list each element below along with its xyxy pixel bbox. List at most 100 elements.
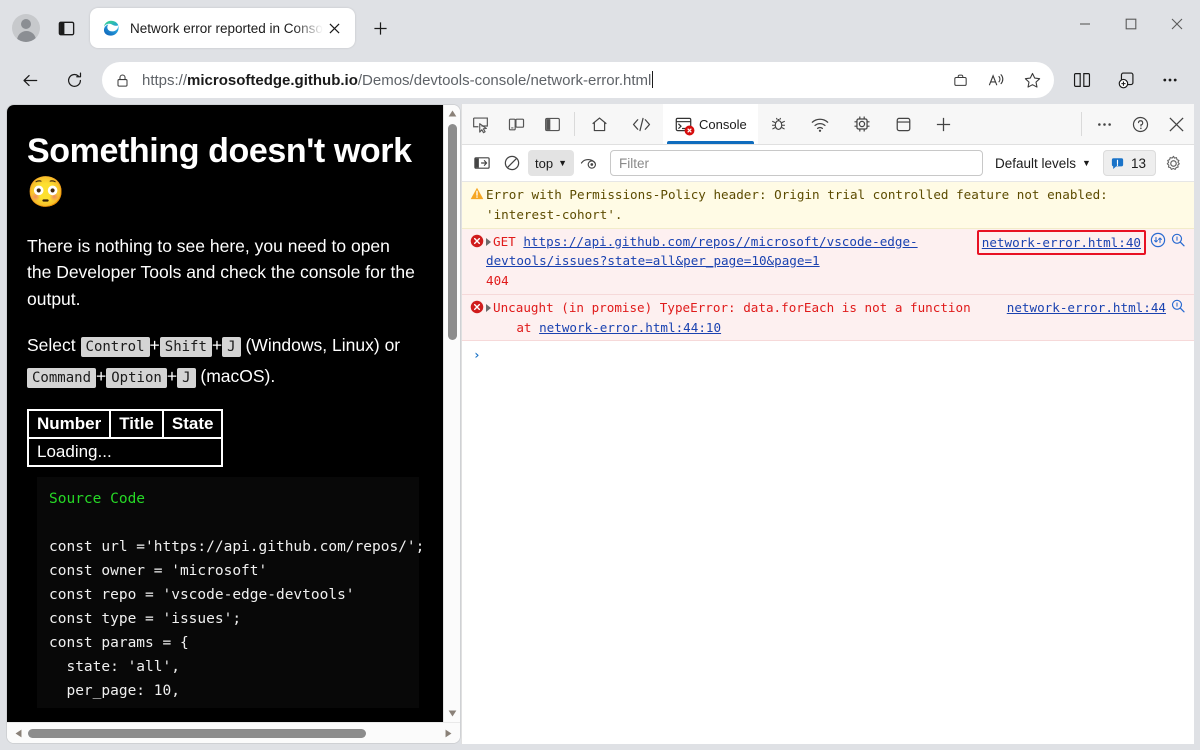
console-sidebar-toggle-button[interactable] [468,150,496,176]
search-issue-icon[interactable] [1170,232,1186,248]
scroll-down-button[interactable] [444,705,461,722]
code-icon [632,117,651,131]
log-levels-selector[interactable]: Default levels ▼ [991,156,1095,171]
console-filter-input[interactable] [610,150,983,176]
flushed-face-emoji: 😳 [27,176,64,210]
warning-triangle-icon [470,187,484,200]
tab-panel-icon [58,21,74,35]
console-message-warning[interactable]: Error with Permissions-Policy header: Or… [462,182,1194,229]
collections-shopping-button[interactable] [944,64,976,96]
profile-button[interactable] [6,8,46,48]
tab-more-panels[interactable] [924,104,963,144]
error-circle-icon [470,300,484,314]
console-message-type-error[interactable]: Uncaught (in promise) TypeError: data.fo… [462,294,1194,342]
devtools-panel: Console top ▼ Filter Default levels ▼ 13… [461,104,1194,744]
page-vertical-scrollbar[interactable] [443,105,460,722]
scroll-thumb-vertical[interactable] [447,124,457,340]
console-settings-button[interactable] [1158,149,1188,177]
inspect-element-button[interactable] [462,104,498,144]
close-icon [1168,116,1184,132]
tab-network[interactable] [799,104,841,144]
levels-label: Default levels [995,155,1077,171]
issues-count: 13 [1130,155,1146,171]
tab-console-label: Console [699,116,747,132]
devtools-more-button[interactable] [1086,104,1122,144]
scroll-right-button[interactable] [439,724,458,743]
browser-tab[interactable]: Network error reported in Conso [90,8,355,48]
network-icon [811,118,829,132]
message-text: Error with Permissions-Policy header: Or… [486,187,1116,222]
expand-triangle-icon[interactable] [486,303,491,312]
tab-actions-button[interactable] [46,8,86,48]
devtools-tabbar-right [1077,104,1194,144]
tab-application[interactable] [883,104,924,144]
tab-performance[interactable] [841,104,883,144]
clear-console-button[interactable] [498,150,526,176]
message-icon [468,232,486,291]
window-close-button[interactable] [1154,0,1200,48]
console-message-network-error[interactable]: GET https://api.github.com/repos//micros… [462,228,1194,295]
browser-settings-button[interactable] [1152,62,1188,98]
shortcut-prefix: Select [27,334,76,355]
add-favorite-button[interactable] [1016,64,1048,96]
context-value: top [535,155,554,171]
more-ellipsis-icon [1163,78,1177,82]
device-emulation-button[interactable] [498,104,534,144]
site-info-button[interactable] [106,64,138,96]
platform-windows: (Windows, Linux) [245,334,380,355]
read-aloud-button[interactable] [980,64,1012,96]
maximize-icon [1125,18,1137,30]
network-info-icon[interactable] [1150,232,1166,248]
tab-sources[interactable] [758,104,799,144]
tab-close-button[interactable] [323,16,347,40]
tab-welcome[interactable] [579,104,620,144]
read-aloud-icon [988,73,1003,85]
collections-button[interactable] [1108,62,1144,98]
tab-console[interactable]: Console [663,104,758,144]
tab-title: Network error reported in Conso [130,20,323,36]
http-status: 404 [486,273,509,289]
page-horizontal-scrollbar[interactable] [7,722,460,743]
profile-avatar-icon [12,14,40,42]
loading-cell: Loading... [26,436,224,467]
window-maximize-button[interactable] [1108,0,1154,48]
source-code-label: Source Code [49,490,146,507]
window-minimize-button[interactable] [1062,0,1108,48]
scroll-left-button[interactable] [9,724,28,743]
help-icon [1132,116,1148,132]
live-expression-button[interactable] [576,150,604,176]
source-location-link[interactable]: network-error.html:44 [1007,298,1166,318]
source-location-link[interactable]: network-error.html:40 [976,229,1146,256]
console-input-prompt[interactable]: › [462,341,1194,369]
new-tab-button[interactable] [363,10,399,46]
devtools-close-button[interactable] [1158,104,1194,144]
stack-frame-link[interactable]: network-error.html:44:10 [539,320,721,335]
tab-elements[interactable] [620,104,663,144]
address-bar-text[interactable]: https://microsoftedge.github.io/Demos/de… [138,71,942,89]
scroll-thumb-horizontal[interactable] [28,728,366,738]
console-sidebar-icon [474,157,490,169]
message-icon [468,185,486,225]
execution-context-selector[interactable]: top ▼ [528,150,574,176]
scroll-up-button[interactable] [444,105,461,122]
chevron-down-icon [448,710,456,717]
request-url-link[interactable]: https://api.github.com/repos//microsoft/… [486,234,918,269]
expand-triangle-icon[interactable] [486,237,491,246]
address-bar[interactable]: https://microsoftedge.github.io/Demos/de… [102,62,1054,98]
plus-icon [936,117,950,131]
key-shift: Shift [159,336,212,357]
reload-button[interactable] [56,62,92,98]
issues-counter-button[interactable]: 13 [1102,150,1156,176]
toggle-sidebar-button[interactable] [534,104,570,144]
back-button[interactable] [12,62,48,98]
toolbar-divider [574,112,575,136]
issues-bubble-icon [1111,157,1124,169]
devtools-help-button[interactable] [1122,104,1158,144]
key-command: Command [27,368,97,389]
source-code-block: Source Code const url ='https://api.gith… [37,476,424,708]
search-issue-icon[interactable] [1170,298,1186,314]
collections-icon [1118,72,1134,89]
split-screen-button[interactable] [1064,62,1100,98]
console-output[interactable]: Error with Permissions-Policy header: Or… [462,182,1194,744]
toggle-sidebar-icon [544,117,560,131]
